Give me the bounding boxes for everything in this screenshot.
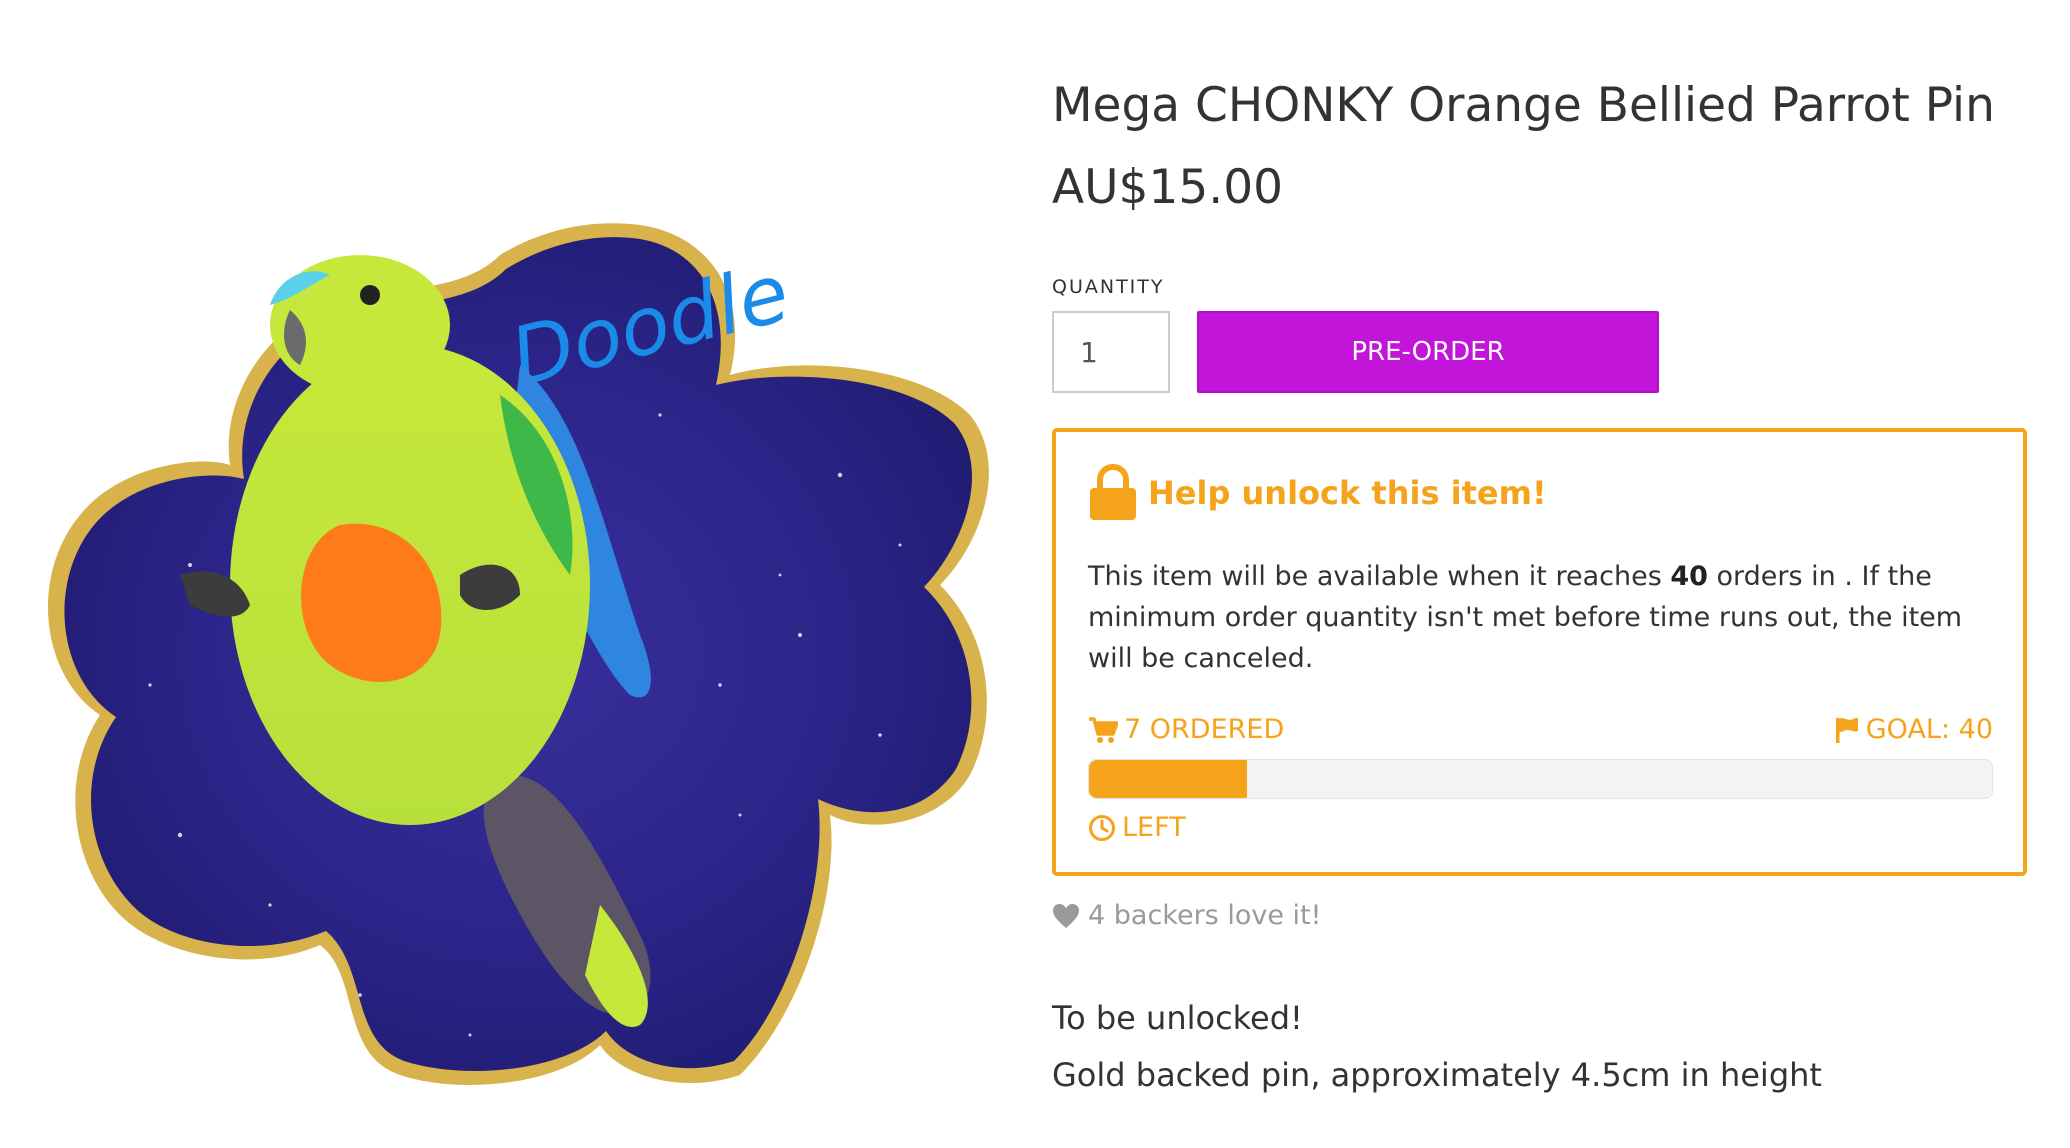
product-title: Mega CHONKY Orange Bellied Parrot Pin [1052, 78, 1995, 133]
ordered-count-label: 7 ORDERED [1124, 714, 1285, 745]
lock-icon [1090, 464, 1136, 520]
quantity-input[interactable] [1052, 311, 1170, 393]
unlock-goal-number: 40 [1670, 561, 1708, 592]
unlock-text-before: This item will be available when it reac… [1088, 561, 1671, 592]
backers-count-label: 4 backers love it! [1088, 900, 1322, 931]
goal-stat: GOAL: 40 [1834, 714, 1993, 745]
unlock-stats: 7 ORDERED GOAL: 40 [1088, 714, 1993, 750]
unlock-title: Help unlock this item! [1148, 474, 1547, 512]
description-line-2: Gold backed pin, approximately 4.5cm in … [1052, 1056, 1822, 1094]
preorder-button[interactable]: PRE-ORDER [1197, 311, 1659, 393]
time-left-label: LEFT [1122, 812, 1186, 843]
flag-icon [1835, 717, 1858, 743]
order-progress-fill [1089, 760, 1248, 798]
order-progress-bar [1088, 759, 1993, 799]
clock-icon [1089, 814, 1115, 841]
product-image[interactable]: Doodle [40, 215, 1000, 1095]
parrot-pin-illustration: Doodle [47, 223, 989, 1086]
quantity-label: QUANTITY [1052, 276, 1165, 298]
cart-icon [1089, 716, 1118, 743]
ordered-stat: 7 ORDERED [1088, 714, 1284, 745]
unlock-description: This item will be available when it reac… [1088, 556, 1993, 679]
product-description: To be unlocked! Gold backed pin, approxi… [1052, 990, 1822, 1104]
unlock-header: Help unlock this item! [1088, 464, 1547, 522]
goal-count-label: GOAL: 40 [1865, 714, 1993, 745]
backers-love[interactable]: 4 backers love it! [1052, 900, 1321, 931]
time-left-stat: LEFT [1088, 812, 1186, 843]
product-price: AU$15.00 [1052, 160, 1284, 215]
unlock-campaign-box: Help unlock this item! This item will be… [1052, 428, 2027, 876]
heart-icon [1053, 903, 1079, 928]
description-line-1: To be unlocked! [1052, 999, 1303, 1037]
